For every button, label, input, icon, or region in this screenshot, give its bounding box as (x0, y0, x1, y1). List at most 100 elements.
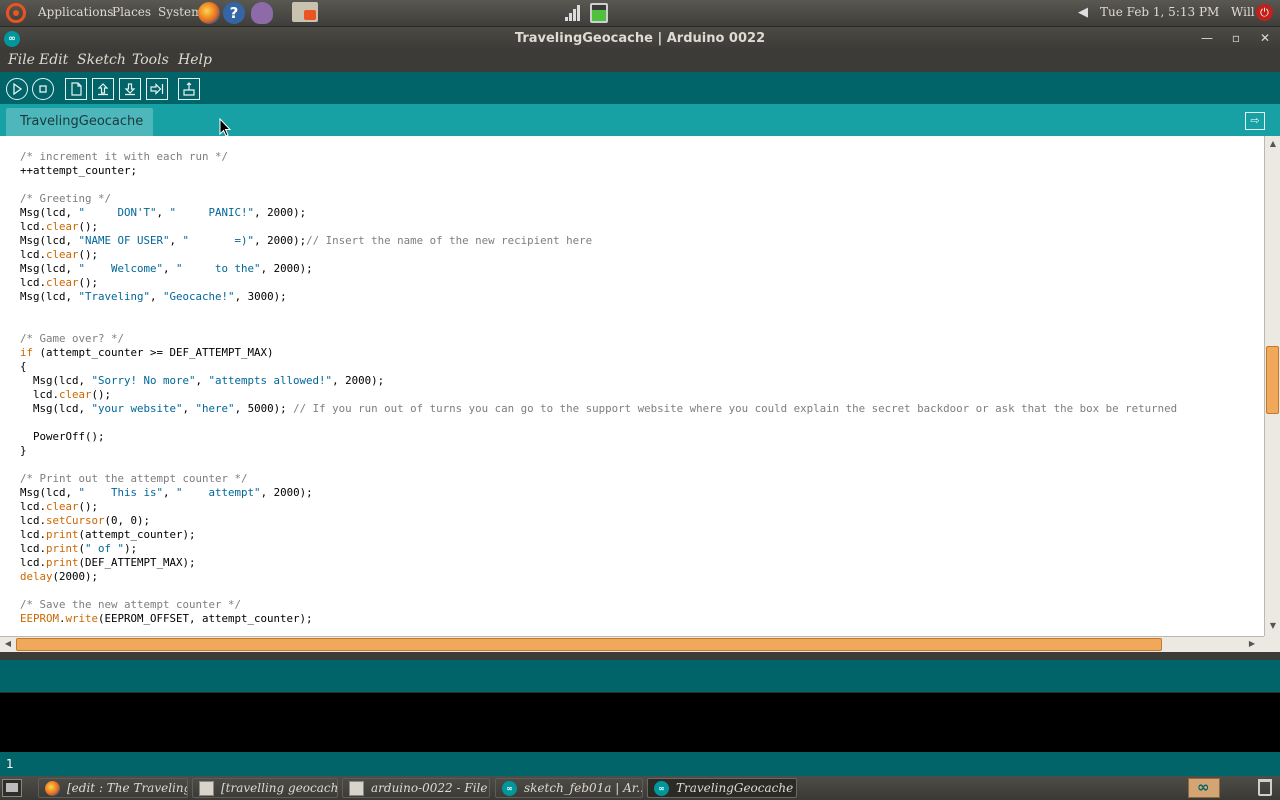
open-button[interactable] (92, 78, 114, 100)
places-menu[interactable]: Places (112, 5, 151, 19)
code-token: EEPROM (20, 612, 60, 625)
code-token: ++attempt_counter; (20, 164, 138, 177)
console-output[interactable] (0, 692, 1280, 752)
menu-file[interactable]: File (8, 52, 35, 68)
code-token: Msg(lcd, (20, 290, 79, 303)
maximize-button[interactable]: ▫ (1228, 30, 1244, 46)
code-token: lcd. (20, 542, 47, 555)
code-token: , (150, 290, 164, 303)
code-token: (); (78, 248, 99, 261)
arduino-icon: ∞ (654, 781, 669, 796)
scroll-right-icon[interactable]: ▶ (1247, 639, 1257, 649)
code-line: lcd.print(DEF_ATTEMPT_MAX); (20, 556, 1177, 570)
code-token: clear (46, 248, 79, 261)
line-number-indicator: 1 (0, 752, 1280, 776)
scroll-up-icon[interactable]: ▲ (1268, 139, 1278, 149)
trash-icon[interactable] (1258, 779, 1272, 796)
bottom-taskbar: [edit : The Traveling ... [travelling ge… (0, 776, 1280, 800)
tab-menu-arrow-icon[interactable]: ⇨ (1245, 112, 1265, 130)
horizontal-scrollbar[interactable]: ◀ ▶ (0, 636, 1264, 652)
code-token: print (46, 542, 79, 555)
code-line: Msg(lcd, "your website", "here", 5000); … (20, 402, 1177, 416)
code-token: PowerOff(); (20, 430, 105, 443)
power-icon[interactable]: ⏻ (1256, 4, 1273, 21)
stop-button[interactable] (32, 78, 54, 100)
task-arduino-file-browser[interactable]: arduino-0022 - File ... (342, 778, 490, 798)
battery-icon[interactable] (590, 3, 608, 23)
minimize-button[interactable]: — (1199, 30, 1215, 46)
file-browser-icon (349, 781, 364, 796)
code-token: , (195, 374, 209, 387)
help-launcher-icon[interactable]: ? (223, 2, 245, 24)
code-line: lcd.clear(); (20, 276, 1177, 290)
task-firefox-edit[interactable]: [edit : The Traveling ... (38, 778, 188, 798)
upload-button[interactable] (146, 78, 168, 100)
code-line: if (attempt_counter >= DEF_ATTEMPT_MAX) (20, 346, 1177, 360)
code-line: Msg(lcd, "NAME OF USER", " =)", 2000);//… (20, 234, 1177, 248)
new-button[interactable] (65, 78, 87, 100)
arduino-icon: ∞ (502, 781, 517, 796)
code-token: , (163, 262, 177, 275)
firefox-icon (45, 781, 60, 796)
open-arrow-icon (97, 83, 109, 96)
code-token: { (20, 360, 27, 373)
code-token: Msg(lcd, (20, 486, 79, 499)
task-label: [travelling geocache -... (221, 781, 338, 795)
ubuntu-logo-icon[interactable] (6, 3, 26, 23)
horizontal-scroll-thumb[interactable] (16, 638, 1162, 651)
code-token: , (156, 206, 170, 219)
task-travelling-geocache-doc[interactable]: [travelling geocache -... (192, 778, 338, 798)
code-token: // Insert the name of the new recipient … (306, 234, 593, 247)
code-token: Msg(lcd, (20, 402, 92, 415)
scroll-down-icon[interactable]: ▼ (1268, 621, 1278, 631)
network-signal-icon[interactable] (565, 5, 583, 21)
pidgin-launcher-icon[interactable] (251, 2, 273, 24)
verify-button[interactable] (6, 78, 28, 100)
firefox-launcher-icon[interactable] (198, 2, 220, 24)
close-button[interactable]: ✕ (1257, 30, 1273, 46)
code-line: /* Game over? */ (20, 332, 1177, 346)
task-travelinggeocache[interactable]: ∞ TravelingGeocache |... (647, 778, 797, 798)
task-sketch-feb01a[interactable]: ∞ sketch_feb01a | Ar... (495, 778, 643, 798)
tab-travelinggeocache[interactable]: TravelingGeocache (6, 108, 153, 136)
menu-edit[interactable]: Edit (39, 52, 68, 68)
split-pane-divider[interactable] (0, 652, 1280, 660)
code-line: /* Save the new attempt counter */ (20, 598, 1177, 612)
workspace-switcher[interactable] (1188, 778, 1220, 798)
code-token: (2000); (52, 570, 99, 583)
menu-help[interactable]: Help (178, 52, 212, 68)
serial-monitor-button[interactable] (178, 78, 200, 100)
tab-bar: TravelingGeocache ⇨ (0, 104, 1280, 136)
stop-icon (39, 85, 47, 93)
clock[interactable]: Tue Feb 1, 5:13 PM (1100, 5, 1219, 19)
applications-menu[interactable]: Applications (38, 5, 113, 19)
volume-icon[interactable]: ◀ (1078, 6, 1092, 20)
system-menu[interactable]: System (158, 5, 202, 19)
code-token: "Geocache!" (163, 290, 235, 303)
menu-sketch[interactable]: Sketch (77, 52, 126, 68)
code-line: lcd.clear(); (20, 500, 1177, 514)
save-button[interactable] (119, 78, 141, 100)
code-token: " to the" (176, 262, 261, 275)
user-name[interactable]: Will (1231, 5, 1255, 19)
home-folder-icon[interactable] (292, 2, 318, 22)
code-token: /* Game over? */ (20, 332, 125, 345)
code-token: "Traveling" (78, 290, 151, 303)
code-line: lcd.clear(); (20, 248, 1177, 262)
code-line: Msg(lcd, "Sorry! No more", "attempts all… (20, 374, 1177, 388)
code-token: " Welcome" (78, 262, 164, 275)
task-label: sketch_feb01a | Ar... (524, 781, 643, 795)
show-desktop-icon[interactable] (2, 779, 22, 797)
code-token: clear (59, 388, 92, 401)
code-line: lcd.print(" of "); (20, 542, 1177, 556)
code-token: Msg(lcd, (20, 262, 79, 275)
vertical-scroll-thumb[interactable] (1266, 346, 1279, 414)
menu-tools[interactable]: Tools (132, 52, 169, 68)
window-titlebar[interactable]: ∞ TravelingGeocache | Arduino 0022 — ▫ ✕ (0, 26, 1280, 50)
vertical-scrollbar[interactable]: ▲ ▼ (1264, 136, 1280, 636)
code-editor[interactable]: /* increment it with each run */++attemp… (0, 136, 1264, 636)
scroll-left-icon[interactable]: ◀ (3, 639, 13, 649)
code-token: lcd. (20, 556, 47, 569)
